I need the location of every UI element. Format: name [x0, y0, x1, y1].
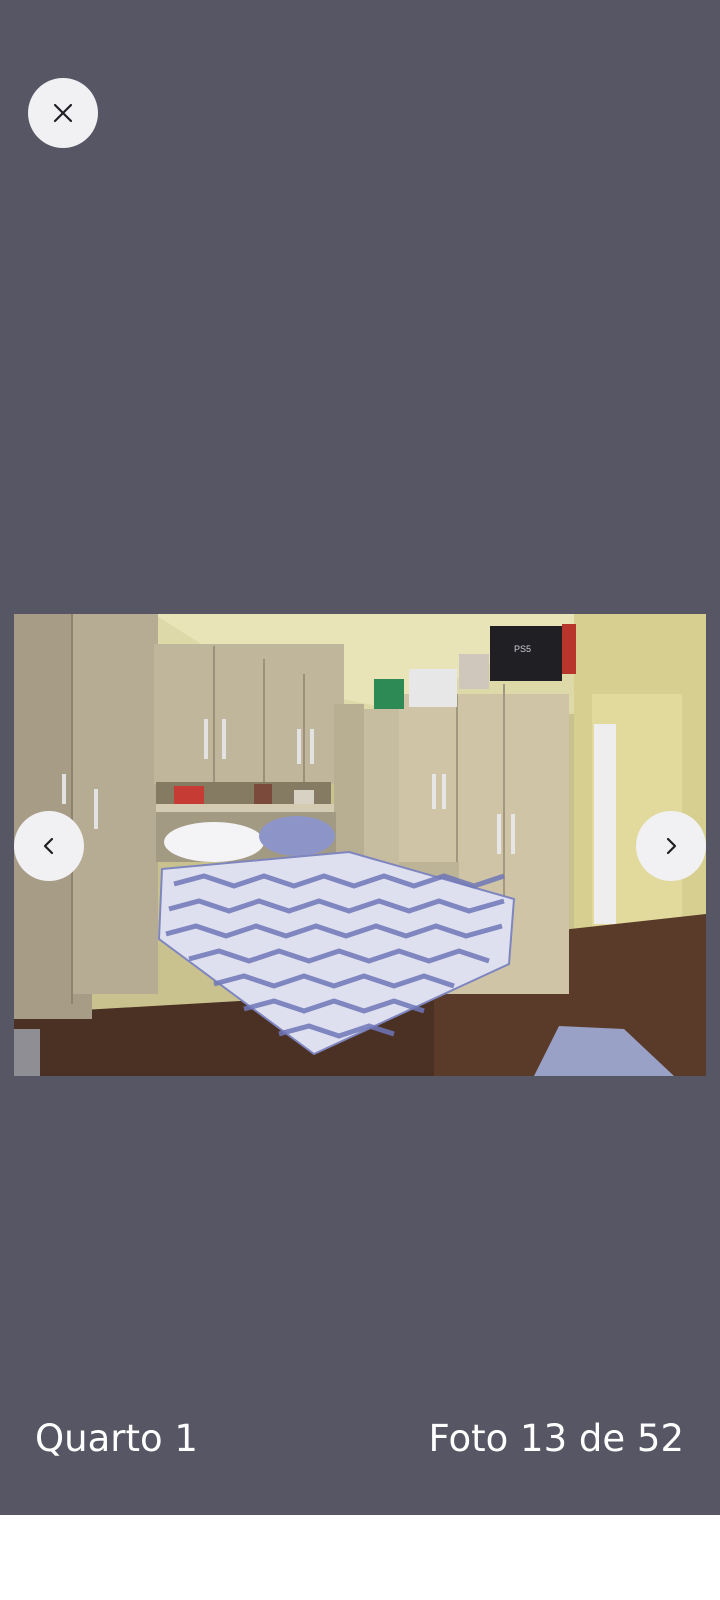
- bedroom-photo-image: PS5: [14, 614, 706, 1076]
- bedroom-photo: PS5: [14, 614, 706, 1076]
- next-photo-button[interactable]: [636, 811, 706, 881]
- bottom-navigation-area: [0, 1515, 720, 1600]
- ps5-box-label: PS5: [514, 644, 531, 654]
- close-icon: [51, 101, 75, 125]
- chevron-left-icon: [39, 836, 59, 856]
- photo-counter: Foto 13 de 52: [428, 1417, 684, 1460]
- chevron-right-icon: [661, 836, 681, 856]
- previous-photo-button[interactable]: [14, 811, 84, 881]
- close-button[interactable]: [28, 78, 98, 148]
- room-name-caption: Quarto 1: [35, 1417, 198, 1460]
- photo-viewer: PS5 Quarto 1 Foto 13 de 52: [0, 0, 720, 1515]
